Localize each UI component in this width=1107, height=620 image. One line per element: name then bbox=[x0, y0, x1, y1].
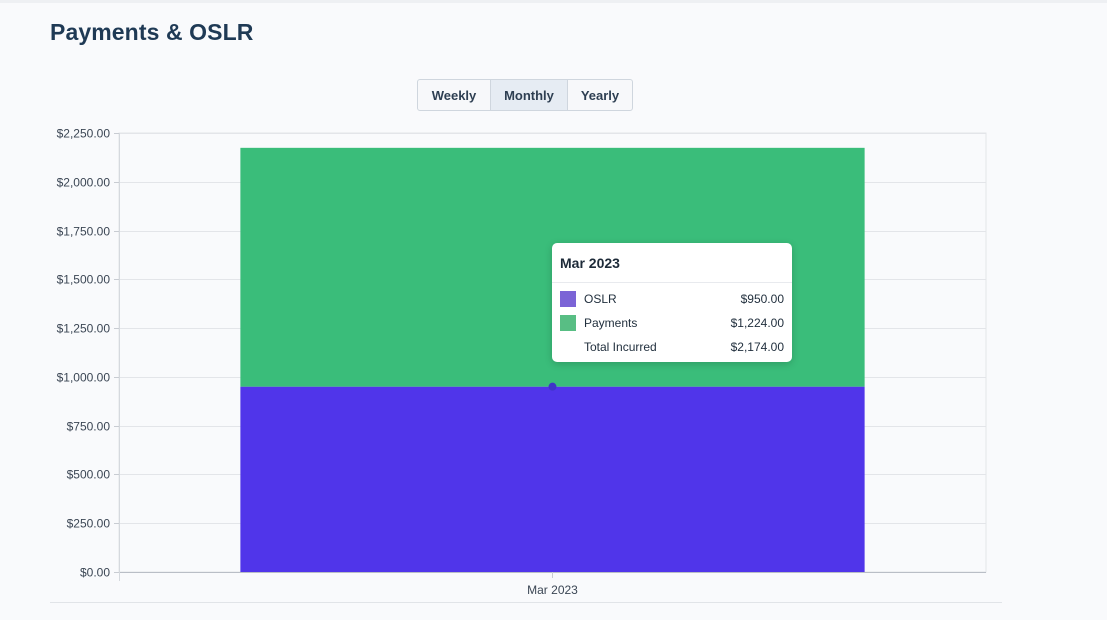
payments-swatch bbox=[560, 315, 576, 331]
y-tick-label: $1,500.00 bbox=[57, 273, 111, 287]
chart-tooltip: Mar 2023 OSLR $950.00 Payments $1,224.00… bbox=[552, 243, 792, 362]
y-tick-label: $2,250.00 bbox=[57, 127, 111, 141]
tooltip-value: $1,224.00 bbox=[730, 316, 784, 330]
tooltip-label: OSLR bbox=[584, 292, 617, 306]
tooltip-row-total: Total Incurred $2,174.00 bbox=[560, 338, 784, 356]
y-tick-label: $750.00 bbox=[67, 420, 111, 434]
tooltip-row-oslr: OSLR $950.00 bbox=[560, 290, 784, 308]
oslr-swatch bbox=[560, 291, 576, 307]
y-tick-label: $1,750.00 bbox=[57, 225, 111, 239]
y-tick-label: $1,250.00 bbox=[57, 322, 111, 336]
bottom-divider bbox=[50, 602, 1002, 603]
x-tick-label: Mar 2023 bbox=[527, 583, 578, 597]
tooltip-divider bbox=[552, 282, 792, 283]
tooltip-label: Total Incurred bbox=[584, 340, 657, 354]
tooltip-value: $2,174.00 bbox=[730, 340, 784, 354]
y-tick-label: $2,000.00 bbox=[57, 176, 111, 190]
y-tick-label: $500.00 bbox=[67, 468, 111, 482]
tooltip-label: Payments bbox=[584, 316, 638, 330]
y-tick-label: $0.00 bbox=[80, 566, 110, 580]
hover-point bbox=[548, 382, 557, 391]
y-tick-label: $250.00 bbox=[67, 517, 111, 531]
bar-oslr bbox=[240, 386, 865, 572]
tooltip-row-payments: Payments $1,224.00 bbox=[560, 314, 784, 332]
tooltip-title: Mar 2023 bbox=[560, 255, 620, 271]
y-tick-label: $1,000.00 bbox=[57, 371, 111, 385]
tooltip-value: $950.00 bbox=[740, 292, 784, 306]
